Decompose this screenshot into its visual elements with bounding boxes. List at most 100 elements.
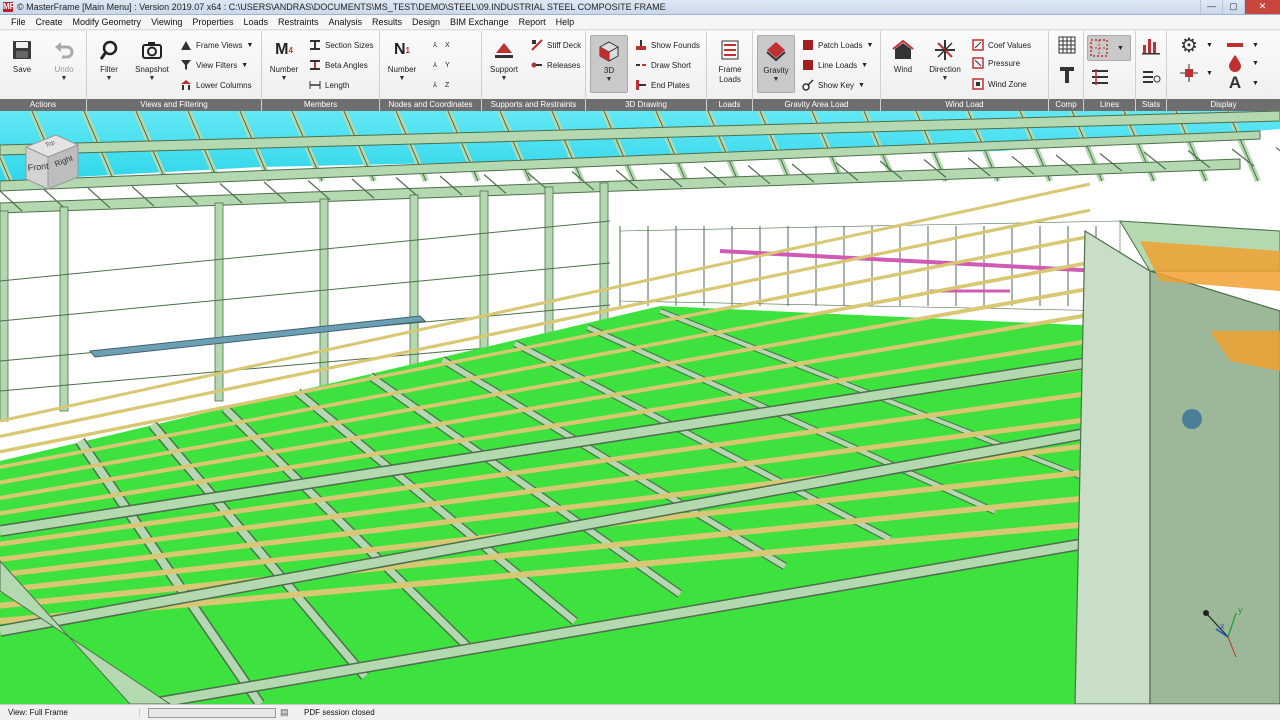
end-plates-button[interactable]: End Plates	[634, 77, 690, 93]
frame-loads-button[interactable]: Frame Loads	[708, 35, 752, 93]
wind-label: Wind	[893, 65, 913, 74]
show-founds-button[interactable]: Show Founds	[634, 37, 700, 53]
3d-view-button[interactable]: 3D ▼	[590, 35, 628, 93]
stiff-deck-icon	[530, 38, 544, 52]
gravity-button[interactable]: Gravity ▼	[757, 35, 795, 93]
frame-views-button[interactable]: Frame Views ▼	[179, 37, 253, 53]
filter-button[interactable]: Filter ▼	[87, 35, 131, 93]
ribbon-toolbar: Save Undo ▼ Actions Filter ▼ Snapshot ▼ …	[0, 31, 1280, 111]
direction-button[interactable]: Direction ▼	[923, 35, 967, 93]
menu-analysis[interactable]: Analysis	[324, 17, 368, 27]
gravity-dropdown-icon[interactable]: ▼	[758, 76, 794, 84]
line-style-button[interactable]: ▼	[1225, 37, 1259, 53]
menu-create[interactable]: Create	[31, 17, 68, 27]
comp-grid-button[interactable]	[1057, 36, 1080, 54]
undo-label: Undo	[54, 65, 74, 74]
show-founds-label: Show Founds	[651, 40, 700, 50]
patch-loads-dropdown-icon[interactable]: ▼	[866, 42, 873, 49]
stats-info-button[interactable]	[1141, 69, 1164, 85]
snapshot-button[interactable]: Snapshot ▼	[130, 35, 174, 93]
wind-button[interactable]: Wind	[881, 35, 925, 93]
section-sizes-button[interactable]: Section Sizes	[308, 37, 373, 53]
menu-help[interactable]: Help	[551, 17, 580, 27]
releases-label: Releases	[547, 60, 581, 70]
lines-grid-button[interactable]: ▼	[1087, 35, 1131, 61]
text-display-dropdown-icon[interactable]: ▼	[1252, 80, 1259, 87]
lines-list-button[interactable]	[1090, 69, 1113, 85]
menu-report[interactable]: Report	[514, 17, 551, 27]
minimize-button[interactable]: —	[1200, 0, 1222, 14]
save-button[interactable]: Save	[0, 35, 44, 93]
show-key-button[interactable]: Show Key ▼	[801, 77, 865, 93]
color-drop-icon	[1225, 53, 1245, 73]
maximize-button[interactable]: ▢	[1222, 0, 1244, 14]
menu-bim-exchange[interactable]: BIM Exchange	[445, 17, 514, 27]
coord-z-button[interactable]: ⅄ Z	[428, 77, 449, 93]
color-dropdown-icon[interactable]: ▼	[1252, 60, 1259, 67]
coef-values-button[interactable]: Coef Values	[971, 37, 1031, 53]
structure-model[interactable]	[0, 111, 1280, 704]
line-loads-button[interactable]: Line Loads ▼	[801, 57, 868, 73]
draw-short-button[interactable]: Draw Short	[634, 57, 691, 73]
wind-zone-button[interactable]: Wind Zone	[971, 76, 1027, 92]
lines-grid-dropdown-icon[interactable]: ▼	[1117, 45, 1124, 52]
line-style-dropdown-icon[interactable]: ▼	[1252, 42, 1259, 49]
releases-button[interactable]: Releases	[530, 57, 580, 73]
group-loads: Frame Loads Loads	[707, 31, 753, 111]
settings-button[interactable]: ⚙ ▼	[1179, 35, 1213, 57]
direction-dropdown-icon[interactable]: ▼	[923, 75, 967, 83]
patch-loads-label: Patch Loads	[818, 40, 863, 50]
lower-columns-button[interactable]: Lower Columns	[179, 77, 252, 93]
stats-chart-button[interactable]	[1141, 37, 1164, 55]
snapshot-dropdown-icon[interactable]: ▼	[130, 75, 174, 83]
filter-dropdown-icon[interactable]: ▼	[87, 75, 131, 83]
support-button[interactable]: Support ▼	[482, 35, 526, 93]
view-filters-button[interactable]: View Filters ▼	[179, 57, 248, 73]
beta-angles-button[interactable]: Beta Angles	[308, 57, 368, 73]
3d-dropdown-icon[interactable]: ▼	[591, 76, 627, 84]
node-display-button[interactable]: ▼	[1179, 64, 1213, 82]
undo-dropdown-icon[interactable]: ▼	[42, 75, 86, 83]
group-label-drawing: 3D Drawing	[586, 99, 706, 111]
node-display-dropdown-icon[interactable]: ▼	[1206, 70, 1213, 77]
coord-y-button[interactable]: ⅄ Y	[428, 57, 450, 73]
axis-y-label: Y	[445, 61, 450, 69]
node-number-button[interactable]: N1 Number ▼	[380, 35, 424, 93]
node-number-dropdown-icon[interactable]: ▼	[380, 75, 424, 83]
text-display-button[interactable]: A ▼	[1225, 73, 1259, 92]
undo-button[interactable]: Undo ▼	[42, 35, 86, 93]
comp-column-button[interactable]	[1057, 67, 1080, 83]
settings-dropdown-icon[interactable]: ▼	[1206, 42, 1213, 49]
group-label-wind: Wind Load	[881, 99, 1048, 111]
show-key-dropdown-icon[interactable]: ▼	[858, 82, 865, 89]
coord-x-button[interactable]: ⅄ X	[428, 37, 450, 53]
pressure-button[interactable]: Pressure	[971, 55, 1020, 71]
menu-properties[interactable]: Properties	[187, 17, 238, 27]
member-number-dropdown-icon[interactable]: ▼	[262, 75, 306, 83]
menu-loads[interactable]: Loads	[238, 17, 273, 27]
view-cube[interactable]: Front Right Top	[20, 127, 84, 197]
axis-z-label: Z	[445, 81, 450, 89]
member-number-button[interactable]: M4 Number ▼	[262, 35, 306, 93]
close-button[interactable]: ✕	[1244, 0, 1280, 14]
node-n-glyph: N	[393, 41, 406, 58]
menu-design[interactable]: Design	[407, 17, 445, 27]
i-beam-icon	[308, 38, 322, 52]
3d-viewport[interactable]: Front Right Top y x	[0, 111, 1280, 704]
line-loads-dropdown-icon[interactable]: ▼	[861, 62, 868, 69]
menu-file[interactable]: File	[6, 17, 31, 27]
menu-viewing[interactable]: Viewing	[146, 17, 187, 27]
patch-loads-button[interactable]: Patch Loads ▼	[801, 37, 873, 53]
group-label-actions: Actions	[0, 99, 86, 111]
group-label-members: Members	[262, 99, 379, 111]
menu-modify-geometry[interactable]: Modify Geometry	[68, 17, 147, 27]
menu-restraints[interactable]: Restraints	[273, 17, 324, 27]
color-button[interactable]: ▼	[1225, 53, 1259, 73]
length-button[interactable]: Length	[308, 77, 349, 93]
menu-results[interactable]: Results	[367, 17, 407, 27]
view-filters-dropdown-icon[interactable]: ▼	[241, 62, 248, 69]
member-sub-glyph: 4	[288, 45, 293, 55]
stiff-deck-button[interactable]: Stiff Deck	[530, 37, 581, 53]
support-dropdown-icon[interactable]: ▼	[482, 75, 526, 83]
frame-views-dropdown-icon[interactable]: ▼	[247, 42, 254, 49]
